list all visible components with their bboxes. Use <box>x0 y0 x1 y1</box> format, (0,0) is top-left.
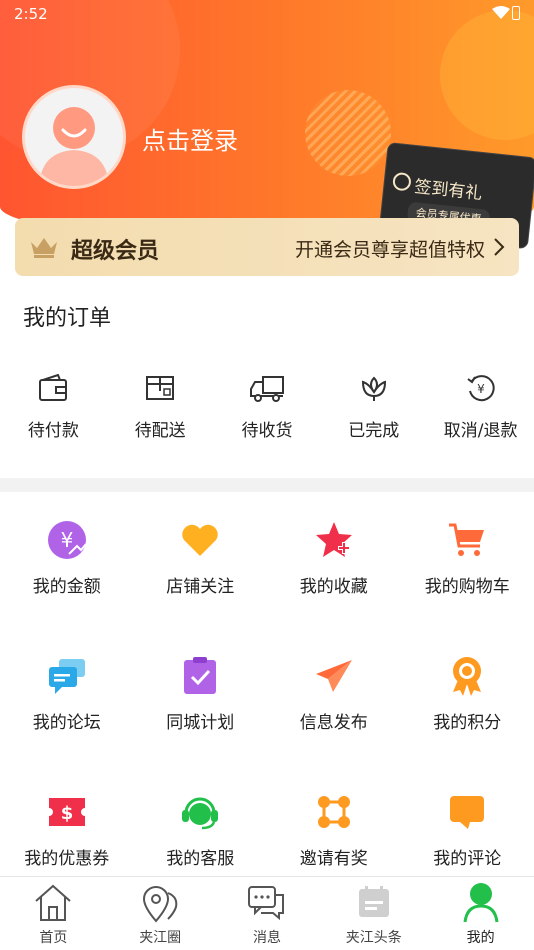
wifi-icon <box>492 6 510 19</box>
tab-messages[interactable]: 消息 <box>214 877 321 950</box>
crown-icon <box>31 238 57 258</box>
tab-mine[interactable]: 我的 <box>427 877 534 950</box>
home-icon <box>35 884 72 921</box>
battery-icon <box>512 6 520 20</box>
tab-home[interactable]: 首页 <box>0 877 107 950</box>
order-label: 取消/退款 <box>443 421 518 441</box>
order-label: 待收货 <box>241 421 293 441</box>
login-link[interactable]: 点击登录 <box>142 121 238 156</box>
order-label: 待配送 <box>134 421 186 441</box>
service-label: 我的客服 <box>166 849 235 869</box>
lotus-icon <box>361 376 386 401</box>
package-icon <box>146 376 175 400</box>
avatar[interactable] <box>22 85 126 189</box>
service-store-follow[interactable]: 店铺关注 <box>134 520 268 656</box>
avatar-placeholder-icon <box>39 107 109 186</box>
orders-title: 我的订单 <box>23 306 112 331</box>
location-icon <box>143 886 178 923</box>
section-divider <box>0 478 534 492</box>
order-refund[interactable]: ¥ 取消/退款 <box>427 372 534 452</box>
decor-circle <box>440 10 534 140</box>
chevron-right-icon <box>494 238 505 256</box>
service-points[interactable]: 我的积分 <box>401 656 534 792</box>
service-cart[interactable]: 我的购物车 <box>401 520 534 656</box>
tab-label: 消息 <box>252 930 281 946</box>
signin-title: 签到有礼 <box>413 177 484 205</box>
user-icon <box>463 883 499 923</box>
vip-title: 超级会员 <box>71 239 160 264</box>
service-label: 我的评论 <box>433 849 502 869</box>
bottom-tab-bar: 首页 夹江圈 消息 夹江头条 我的 <box>0 876 534 950</box>
network-icon <box>317 796 350 828</box>
star-icon <box>315 522 352 557</box>
order-label: 待付款 <box>27 421 79 441</box>
chat-icon <box>48 659 85 694</box>
coupon-icon: $ <box>48 798 85 826</box>
profile-page: 2:52 点击登录 签到有礼 会员专属优惠 超级会员 开通会员尊享超值特权 我的… <box>0 0 534 950</box>
paper-plane-icon <box>315 660 352 692</box>
service-label: 店铺关注 <box>166 577 235 597</box>
vip-banner[interactable]: 超级会员 开通会员尊享超值特权 <box>15 218 519 276</box>
truck-icon <box>249 376 284 402</box>
wallet-icon <box>39 374 68 401</box>
service-city-plan[interactable]: 同城计划 <box>134 656 268 792</box>
tab-headlines[interactable]: 夹江头条 <box>320 877 427 950</box>
service-label: 我的优惠券 <box>24 849 110 869</box>
status-bar: 2:52 <box>0 0 534 28</box>
order-completed[interactable]: 已完成 <box>320 372 427 452</box>
refund-icon: ¥ <box>466 375 495 402</box>
service-publish[interactable]: 信息发布 <box>267 656 401 792</box>
service-label: 我的收藏 <box>299 577 368 597</box>
comment-icon <box>450 796 485 829</box>
tab-label: 夹江圈 <box>139 930 182 946</box>
service-label: 我的购物车 <box>424 577 510 597</box>
heart-icon <box>182 524 218 556</box>
order-pending-delivery[interactable]: 待配送 <box>107 372 214 452</box>
headset-icon <box>182 797 219 830</box>
order-pending-receipt[interactable]: 待收货 <box>214 372 321 452</box>
service-label: 我的金额 <box>32 577 101 597</box>
order-status-row: 待付款 待配送 待收货 已完成 ¥ 取消/退款 <box>0 372 534 452</box>
gift-icon <box>392 171 412 192</box>
yuan-icon: ¥ <box>47 521 87 559</box>
service-label: 邀请有奖 <box>299 849 368 869</box>
service-label: 同城计划 <box>166 713 235 733</box>
order-label: 已完成 <box>348 421 400 441</box>
service-favorites[interactable]: 我的收藏 <box>267 520 401 656</box>
order-pending-payment[interactable]: 待付款 <box>0 372 107 452</box>
service-label: 信息发布 <box>299 713 368 733</box>
service-label: 我的积分 <box>433 713 502 733</box>
clipboard-icon <box>184 657 217 694</box>
svg-text:¥: ¥ <box>477 382 485 396</box>
decor-striped-circle <box>305 90 391 176</box>
vip-subtitle: 开通会员尊享超值特权 <box>294 239 485 261</box>
tab-label: 夹江头条 <box>345 930 402 946</box>
cart-icon <box>449 523 485 556</box>
service-forum[interactable]: 我的论坛 <box>0 656 134 792</box>
news-icon <box>358 886 389 917</box>
medal-icon <box>453 657 482 696</box>
tab-label: 我的 <box>466 930 495 946</box>
tab-label: 首页 <box>39 930 68 946</box>
service-label: 我的论坛 <box>32 713 101 733</box>
svg-text:$: $ <box>60 803 73 824</box>
svg-text:¥: ¥ <box>60 528 73 552</box>
service-my-balance[interactable]: ¥ 我的金额 <box>0 520 134 656</box>
services-grid: ¥ 我的金额 店铺关注 我的收藏 我的购物车 我的论坛 同城计划 信息发布 我的… <box>0 520 534 928</box>
message-icon <box>247 886 284 921</box>
tab-jiajiang-circle[interactable]: 夹江圈 <box>107 877 214 950</box>
status-time: 2:52 <box>14 5 48 23</box>
